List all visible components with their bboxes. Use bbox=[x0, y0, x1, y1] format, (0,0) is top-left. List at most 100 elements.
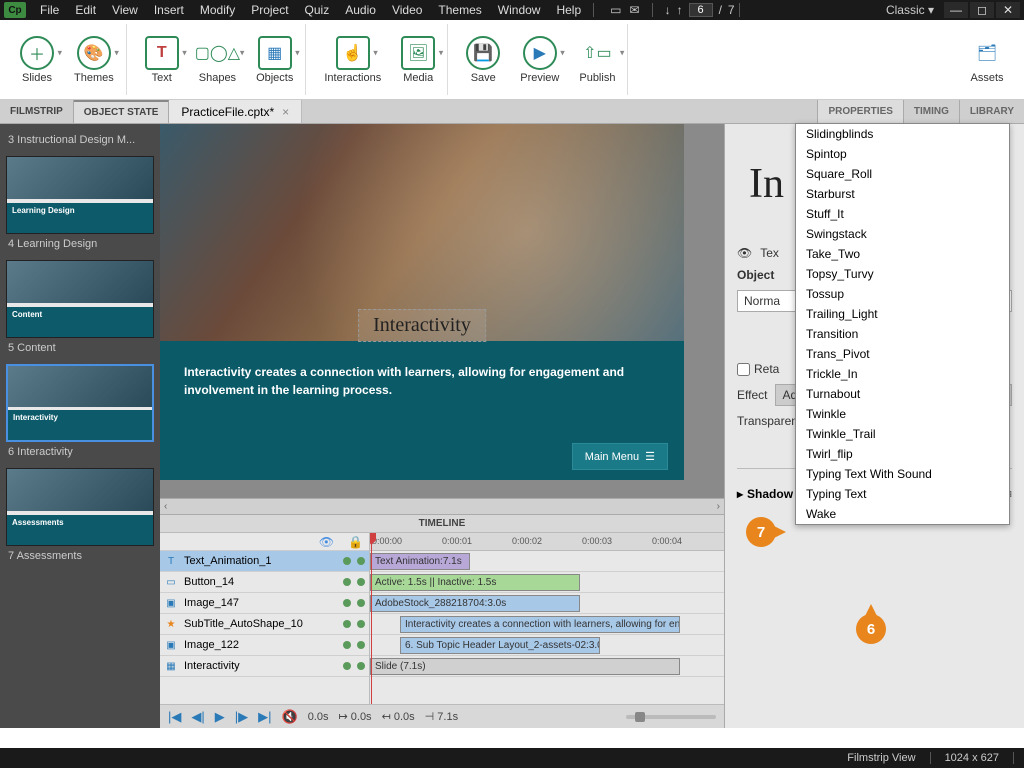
visibility-column-icon[interactable]: 👁 bbox=[319, 535, 334, 549]
slides-button[interactable]: ＋▾ Slides bbox=[16, 34, 58, 86]
retain-checkbox[interactable] bbox=[737, 363, 750, 376]
close-document-icon[interactable]: × bbox=[282, 105, 289, 119]
effect-option[interactable]: Typing Text With Sound bbox=[796, 464, 1009, 484]
mute-button[interactable]: 🔇 bbox=[282, 709, 298, 725]
effect-option[interactable]: Tossup bbox=[796, 284, 1009, 304]
timeline-layer-row[interactable]: ★ SubTitle_AutoShape_10 bbox=[160, 614, 369, 635]
effect-option[interactable]: Turnabout bbox=[796, 384, 1009, 404]
text-tab-label[interactable]: Tex bbox=[760, 246, 779, 260]
main-menu-button[interactable]: Main Menu☰ bbox=[572, 443, 668, 470]
timeline-clip[interactable]: Slide (7.1s) bbox=[370, 658, 680, 675]
effect-option[interactable]: Take_Two bbox=[796, 244, 1009, 264]
tab-properties[interactable]: PROPERTIES bbox=[817, 100, 902, 123]
play-button[interactable]: ▶ bbox=[215, 709, 225, 725]
effect-option[interactable]: Swingstack bbox=[796, 224, 1009, 244]
menu-audio[interactable]: Audio bbox=[337, 3, 384, 17]
effect-option[interactable]: Starburst bbox=[796, 184, 1009, 204]
playhead[interactable] bbox=[371, 533, 372, 704]
horizontal-scrollbar[interactable]: ‹› bbox=[160, 498, 724, 514]
timeline-layer-row[interactable]: ▣ Image_147 bbox=[160, 593, 369, 614]
timeline-track[interactable]: Active: 1.5s || Inactive: 1.5s bbox=[370, 572, 724, 593]
menu-modify[interactable]: Modify bbox=[192, 3, 243, 17]
layer-lock-dot[interactable] bbox=[357, 620, 365, 628]
rewind-start-button[interactable]: |◀ bbox=[168, 709, 181, 725]
layer-lock-dot[interactable] bbox=[357, 599, 365, 607]
effect-option[interactable]: Typing Text bbox=[796, 484, 1009, 504]
effect-option[interactable]: Wake bbox=[796, 504, 1009, 524]
effect-option[interactable]: Twirl_flip bbox=[796, 444, 1009, 464]
menu-insert[interactable]: Insert bbox=[146, 3, 192, 17]
text-animation-object[interactable]: Interactivity bbox=[358, 309, 486, 342]
timeline-track[interactable]: Text Animation:7.1s bbox=[370, 551, 724, 572]
timeline-layer-row[interactable]: T Text_Animation_1 bbox=[160, 551, 369, 572]
timeline-layer-row[interactable]: ▦ Interactivity bbox=[160, 656, 369, 677]
effect-option[interactable]: Trickle_In bbox=[796, 364, 1009, 384]
tab-object-state[interactable]: OBJECT STATE bbox=[74, 100, 170, 123]
effect-dropdown-list[interactable]: SlidingblindsSpintopSquare_RollStarburst… bbox=[795, 123, 1010, 525]
menu-edit[interactable]: Edit bbox=[67, 3, 104, 17]
effect-option[interactable]: Spintop bbox=[796, 144, 1009, 164]
forward-end-button[interactable]: ▶| bbox=[258, 709, 271, 725]
menu-themes[interactable]: Themes bbox=[430, 3, 489, 17]
eye-icon[interactable]: 👁 bbox=[737, 246, 752, 260]
tab-timing[interactable]: TIMING bbox=[903, 100, 959, 123]
filmstrip-panel[interactable]: 3 Instructional Design M... Learning Des… bbox=[0, 124, 160, 728]
interactions-button[interactable]: ☝▾ Interactions bbox=[320, 34, 385, 86]
media-button[interactable]: 🖼▾ Media bbox=[397, 34, 439, 86]
minimize-button[interactable]: — bbox=[944, 2, 968, 18]
stage[interactable]: Interactivity Interactivity creates a co… bbox=[160, 124, 724, 498]
close-button[interactable]: ✕ bbox=[996, 2, 1020, 18]
effect-option[interactable]: Twinkle_Trail bbox=[796, 424, 1009, 444]
timeline-clip[interactable]: Interactivity creates a connection with … bbox=[400, 616, 680, 633]
menu-help[interactable]: Help bbox=[548, 3, 589, 17]
objects-button[interactable]: ▦▾ Objects bbox=[252, 34, 297, 86]
layer-visibility-dot[interactable] bbox=[343, 599, 351, 607]
tab-library[interactable]: LIBRARY bbox=[959, 100, 1024, 123]
timeline-clip[interactable]: 6. Sub Topic Header Layout_2-assets-02:3… bbox=[400, 637, 600, 654]
layer-visibility-dot[interactable] bbox=[343, 578, 351, 586]
timeline-clip[interactable]: Text Animation:7.1s bbox=[370, 553, 470, 570]
menu-file[interactable]: File bbox=[32, 3, 67, 17]
workspace-selector[interactable]: Classic ▾ bbox=[876, 3, 944, 17]
timeline-layer-row[interactable]: ▭ Button_14 bbox=[160, 572, 369, 593]
save-button[interactable]: 💾 Save bbox=[462, 34, 504, 86]
layer-visibility-dot[interactable] bbox=[343, 557, 351, 565]
filmstrip-slide[interactable]: Content 5 Content bbox=[6, 260, 154, 354]
menu-view[interactable]: View bbox=[104, 3, 146, 17]
document-tab[interactable]: PracticeFile.cptx* × bbox=[169, 100, 302, 123]
filmstrip-slide[interactable]: Learning Design 4 Learning Design bbox=[6, 156, 154, 250]
timeline-tracks[interactable]: 0:00:00 0:00:01 0:00:02 0:00:03 0:00:04 … bbox=[370, 533, 724, 704]
menu-video[interactable]: Video bbox=[384, 3, 430, 17]
arrow-up-icon[interactable]: ↑ bbox=[677, 3, 683, 17]
layer-visibility-dot[interactable] bbox=[343, 620, 351, 628]
layer-lock-dot[interactable] bbox=[357, 578, 365, 586]
lock-column-icon[interactable]: 🔒 bbox=[348, 535, 363, 549]
doc-icon[interactable]: ▭ bbox=[610, 3, 621, 17]
effect-option[interactable]: Trailing_Light bbox=[796, 304, 1009, 324]
tab-filmstrip[interactable]: FILMSTRIP bbox=[0, 100, 74, 123]
zoom-slider[interactable] bbox=[626, 715, 716, 719]
timeline-ruler[interactable]: 0:00:00 0:00:01 0:00:02 0:00:03 0:00:04 bbox=[370, 533, 724, 551]
layer-lock-dot[interactable] bbox=[357, 641, 365, 649]
assets-button[interactable]: 🗂 Assets bbox=[966, 34, 1008, 86]
publish-button[interactable]: ⇧▭▾ Publish bbox=[575, 34, 619, 86]
layer-lock-dot[interactable] bbox=[357, 557, 365, 565]
timeline-layer-row[interactable]: ▣ Image_122 bbox=[160, 635, 369, 656]
effect-option[interactable]: Slidingblinds bbox=[796, 124, 1009, 144]
effect-option[interactable]: Trans_Pivot bbox=[796, 344, 1009, 364]
effect-option[interactable]: Transition bbox=[796, 324, 1009, 344]
timeline-track[interactable]: AdobeStock_288218704:3.0s bbox=[370, 593, 724, 614]
timeline-clip[interactable]: AdobeStock_288218704:3.0s bbox=[370, 595, 580, 612]
step-back-button[interactable]: ◀| bbox=[191, 709, 204, 725]
themes-button[interactable]: 🎨▾ Themes bbox=[70, 34, 118, 86]
effect-option[interactable]: Stuff_It bbox=[796, 204, 1009, 224]
menu-quiz[interactable]: Quiz bbox=[297, 3, 338, 17]
mail-icon[interactable]: ✉ bbox=[630, 3, 640, 17]
current-slide-input[interactable] bbox=[689, 3, 713, 17]
layer-visibility-dot[interactable] bbox=[343, 662, 351, 670]
preview-button[interactable]: ▶▾ Preview bbox=[516, 34, 563, 86]
timeline-clip[interactable]: Active: 1.5s || Inactive: 1.5s bbox=[370, 574, 580, 591]
shapes-button[interactable]: ▢◯△▾ Shapes bbox=[195, 34, 240, 86]
menu-window[interactable]: Window bbox=[490, 3, 549, 17]
maximize-button[interactable]: ◻ bbox=[970, 2, 994, 18]
